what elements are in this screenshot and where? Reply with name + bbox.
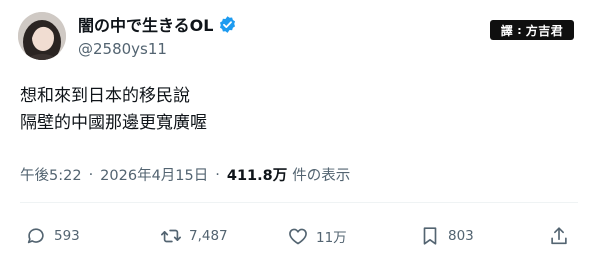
author-name-row[interactable]: 闇の中で生きるOL [78,12,237,36]
meta-separator: · [215,166,220,183]
stamp-label: 譯 [500,23,514,38]
stamp-translator: 方吉君 [525,23,564,38]
tweet-date[interactable]: 2026年4月15日 [100,164,208,185]
view-count-label: 件の表示 [292,168,351,184]
user-handle[interactable]: @2580ys11 [78,40,167,58]
bookmark-count: 803 [448,228,474,244]
repost-count: 7,487 [189,228,228,244]
bookmark-icon [423,227,437,245]
reply-button[interactable]: 593 [25,223,80,249]
tweet-line-2: 隔壁的中國那邊更寬廣喔 [20,113,207,133]
tweet-line-1: 想和來到日本的移民說 [20,86,190,106]
like-button[interactable]: 11万 [287,223,347,249]
tweet-time[interactable]: 午後5:22 [20,164,82,185]
divider [20,202,578,203]
view-count[interactable]: 411.8万 [227,164,287,185]
like-icon [289,228,307,245]
verified-badge-icon [218,15,237,34]
share-icon [551,227,567,245]
repost-button[interactable]: 7,487 [160,223,228,249]
meta-separator: · [88,166,94,183]
reply-icon [27,228,44,244]
tweet-meta: 午後5:22 · 2026年4月15日 · 411.8万 件の表示 [20,164,350,185]
avatar[interactable] [18,12,66,60]
tweet-text: 想和來到日本的移民說 隔壁的中國那邊更寬廣喔 [20,83,207,137]
share-button[interactable] [548,223,570,249]
translation-stamp: 譯 : 方吉君 [490,20,574,40]
stamp-separator: : [517,23,522,37]
repost-icon [161,229,181,243]
reply-count: 593 [54,228,80,244]
display-name[interactable]: 闇の中で生きるOL [78,12,213,36]
like-count: 11万 [316,230,347,246]
bookmark-button[interactable]: 803 [419,223,474,249]
